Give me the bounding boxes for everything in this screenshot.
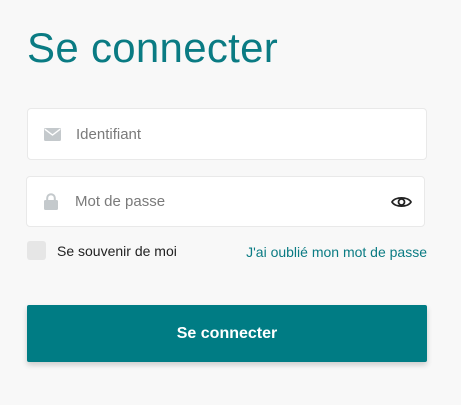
remember-me[interactable]: Se souvenir de moi xyxy=(27,241,177,260)
username-input[interactable] xyxy=(76,109,426,159)
page-title: Se connecter xyxy=(27,24,279,71)
envelope-icon xyxy=(43,125,61,143)
login-page: Se connecter Se souvenir de moi xyxy=(0,0,461,405)
username-field[interactable] xyxy=(27,108,427,160)
login-button[interactable]: Se connecter xyxy=(27,305,427,362)
remember-me-checkbox[interactable] xyxy=(27,241,46,260)
lock-icon xyxy=(42,193,60,211)
password-field[interactable] xyxy=(26,176,425,227)
eye-icon[interactable] xyxy=(390,191,412,213)
password-input[interactable] xyxy=(75,177,390,226)
remember-me-label: Se souvenir de moi xyxy=(57,242,177,259)
forgot-password-link[interactable]: J'ai oublié mon mot de passe xyxy=(246,244,427,260)
